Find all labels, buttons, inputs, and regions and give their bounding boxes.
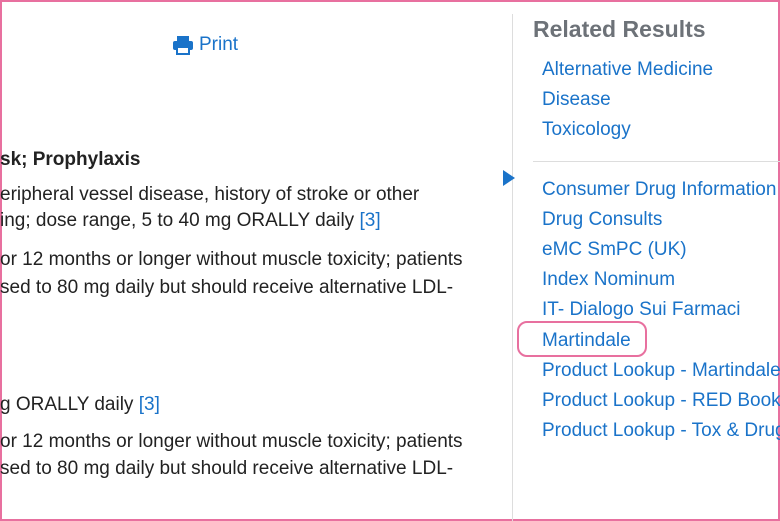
reference-link[interactable]: [3] (359, 210, 380, 231)
related-link-drug-consults[interactable]: Drug Consults (542, 208, 662, 232)
print-button[interactable]: Print (172, 34, 238, 56)
para3-line1-text: g ORALLY daily (0, 394, 134, 415)
para3-line1: g ORALLY daily [3] (0, 393, 160, 417)
related-link-toxicology[interactable]: Toxicology (542, 118, 631, 142)
related-results-title: Related Results (533, 16, 706, 42)
related-link-it-dialogo[interactable]: IT- Dialogo Sui Farmaci (542, 298, 741, 322)
reference-link[interactable]: [3] (139, 394, 160, 415)
para4-line1: or 12 months or longer without muscle to… (0, 431, 463, 452)
related-link-martindale[interactable]: Martindale (542, 329, 631, 353)
collapse-arrow-icon[interactable] (503, 170, 515, 186)
sidebar-group-divider (533, 161, 780, 162)
para1-line2: ing; dose range, 5 to 40 mg ORALLY daily… (0, 209, 381, 233)
related-link-index-nominum[interactable]: Index Nominum (542, 268, 675, 292)
sidebar-divider (512, 14, 513, 521)
section-heading: sk; Prophylaxis (0, 149, 141, 170)
related-link-product-lookup-martindale[interactable]: Product Lookup - Martindale (542, 359, 780, 383)
related-link-alternative-medicine[interactable]: Alternative Medicine (542, 58, 713, 82)
printer-icon (173, 36, 193, 55)
print-label: Print (199, 34, 239, 55)
para4-line2: sed to 80 mg daily but should receive al… (0, 458, 454, 479)
para1-line1: eripheral vessel disease, history of str… (0, 184, 420, 205)
para1-line2-text: ing; dose range, 5 to 40 mg ORALLY daily (0, 210, 355, 231)
related-link-product-lookup-red-book[interactable]: Product Lookup - RED Book (542, 389, 780, 413)
related-link-product-lookup-tox-drug[interactable]: Product Lookup - Tox & Drug (542, 419, 780, 443)
para2-line2: sed to 80 mg daily but should receive al… (0, 277, 454, 298)
para2-line1: or 12 months or longer without muscle to… (0, 249, 463, 270)
related-link-emc-smpc[interactable]: eMC SmPC (UK) (542, 238, 687, 262)
related-link-consumer-drug-information[interactable]: Consumer Drug Information (542, 178, 776, 202)
related-link-disease[interactable]: Disease (542, 88, 611, 112)
